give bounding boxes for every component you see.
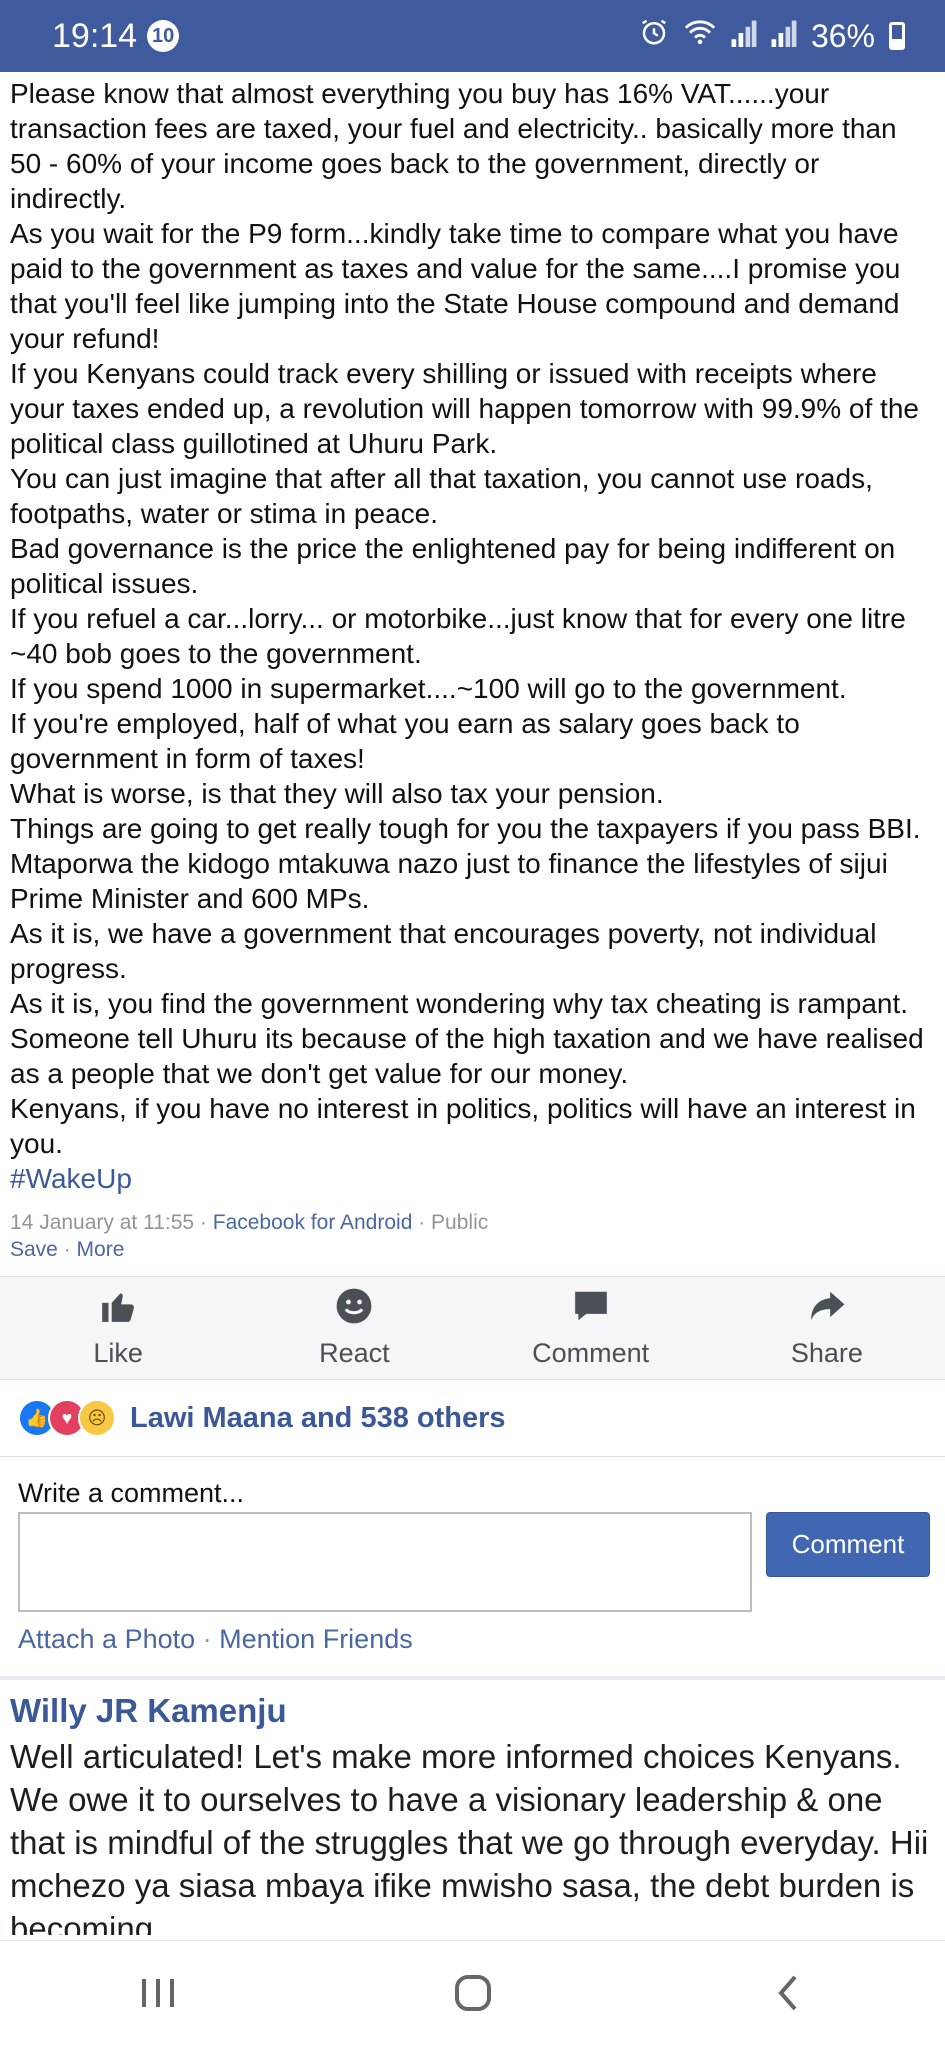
comment-input[interactable] (18, 1512, 752, 1612)
back-button[interactable] (748, 1965, 828, 2025)
post-options: Save · More (10, 1238, 125, 1261)
divider (0, 1676, 945, 1680)
comment-author[interactable]: Willy JR Kamenju (10, 1692, 287, 1730)
home-icon (453, 1973, 493, 2018)
comment-text: Well articulated! Let's make more inform… (10, 1738, 929, 1935)
post-paragraph: As it is, you find the government wonder… (10, 988, 924, 1089)
smiley-icon (335, 1287, 373, 1332)
like-label: Like (93, 1338, 143, 1368)
share-button[interactable]: Share (709, 1277, 945, 1379)
battery-level: 36% (810, 17, 875, 54)
status-right: 36% (639, 17, 905, 55)
save-link[interactable]: Save (10, 1238, 58, 1261)
react-label: React (319, 1338, 390, 1368)
post-meta: 14 January at 11:55 · Facebook for Andro… (10, 1211, 489, 1234)
reactions-summary[interactable]: 👍 ♥ ☹ Lawi Maana and 538 others (18, 1396, 506, 1440)
recent-apps-icon (138, 1975, 178, 2016)
post-source-link[interactable]: Facebook for Android (213, 1211, 413, 1234)
share-arrow-icon (808, 1287, 846, 1332)
status-bar: 19:14 10 36% (0, 0, 945, 72)
post-paragraph: As it is, we have a government that enco… (10, 918, 877, 984)
post-paragraph: Kenyans, if you have no interest in poli… (10, 1093, 916, 1159)
status-left: 19:14 10 (52, 16, 180, 56)
navigation-bar (0, 1940, 945, 2049)
share-label: Share (790, 1338, 863, 1368)
like-button[interactable]: Like (0, 1277, 236, 1379)
reaction-icons: 👍 ♥ ☹ (18, 1399, 116, 1437)
post-body: Please know that almost everything you b… (10, 76, 935, 1196)
thumbs-up-icon (99, 1287, 137, 1332)
recent-apps-button[interactable] (118, 1965, 198, 2025)
clock: 19:14 (52, 16, 138, 55)
post-date[interactable]: 14 January at 11:55 (10, 1211, 194, 1234)
comment-label: Comment (532, 1338, 650, 1368)
wifi-icon (683, 17, 717, 55)
reaction-count-text[interactable]: Lawi Maana and 538 others (130, 1402, 506, 1435)
post-privacy: Public (431, 1211, 489, 1234)
post-paragraph: If you Kenyans could track every shillin… (10, 358, 919, 459)
post-paragraph: Please know that almost everything you b… (10, 78, 897, 214)
alarm-icon (639, 17, 669, 55)
post-paragraph: Bad governance is the price the enlighte… (10, 533, 896, 599)
composer-links: Attach a Photo · Mention Friends (18, 1624, 413, 1654)
post-paragraph: You can just imagine that after all that… (10, 463, 873, 529)
signal-icon-1 (731, 18, 757, 55)
post-paragraph: Things are going to get really tough for… (10, 813, 921, 914)
post-paragraph: If you refuel a car...lorry... or motorb… (10, 603, 906, 669)
speech-bubble-icon (572, 1287, 610, 1332)
sad-reaction-icon: ☹ (78, 1399, 116, 1437)
notification-count-badge: 10 (147, 20, 180, 52)
write-comment-label: Write a comment... (18, 1478, 245, 1508)
attach-photo-link[interactable]: Attach a Photo (18, 1624, 195, 1654)
react-button[interactable]: React (236, 1277, 472, 1379)
post-paragraph: What is worse, is that they will also ta… (10, 778, 664, 809)
battery-icon (889, 22, 905, 50)
submit-comment-button[interactable]: Comment (766, 1512, 930, 1577)
comment-action-button[interactable]: Comment (473, 1277, 709, 1379)
back-chevron-icon (773, 1973, 803, 2018)
hashtag-link[interactable]: #WakeUp (10, 1163, 132, 1194)
post-paragraph: As you wait for the P9 form...kindly tak… (10, 218, 901, 354)
more-link[interactable]: More (77, 1238, 125, 1261)
post-paragraph: If you spend 1000 in supermarket....~100… (10, 673, 847, 704)
divider (0, 1456, 945, 1457)
action-bar: Like React Comment Share (0, 1276, 945, 1380)
home-button[interactable] (433, 1965, 513, 2025)
post-paragraph: If you're employed, half of what you ear… (10, 708, 800, 774)
signal-icon-2 (771, 18, 797, 55)
mention-friends-link[interactable]: Mention Friends (219, 1624, 413, 1654)
